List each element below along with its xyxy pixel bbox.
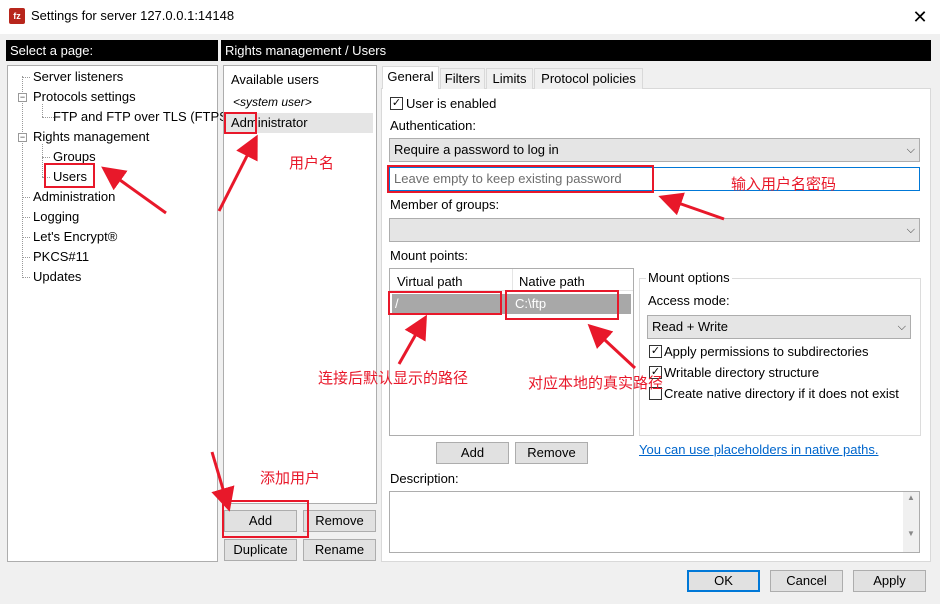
arrow-to-virtual-path	[397, 314, 427, 365]
arrow-to-password	[658, 192, 725, 221]
annotation-arrows	[101, 134, 725, 512]
arrow-to-native-path	[587, 323, 637, 370]
arrow-to-administrator	[217, 134, 258, 212]
arrow-to-users	[101, 166, 167, 215]
arrow-to-add	[210, 451, 235, 512]
